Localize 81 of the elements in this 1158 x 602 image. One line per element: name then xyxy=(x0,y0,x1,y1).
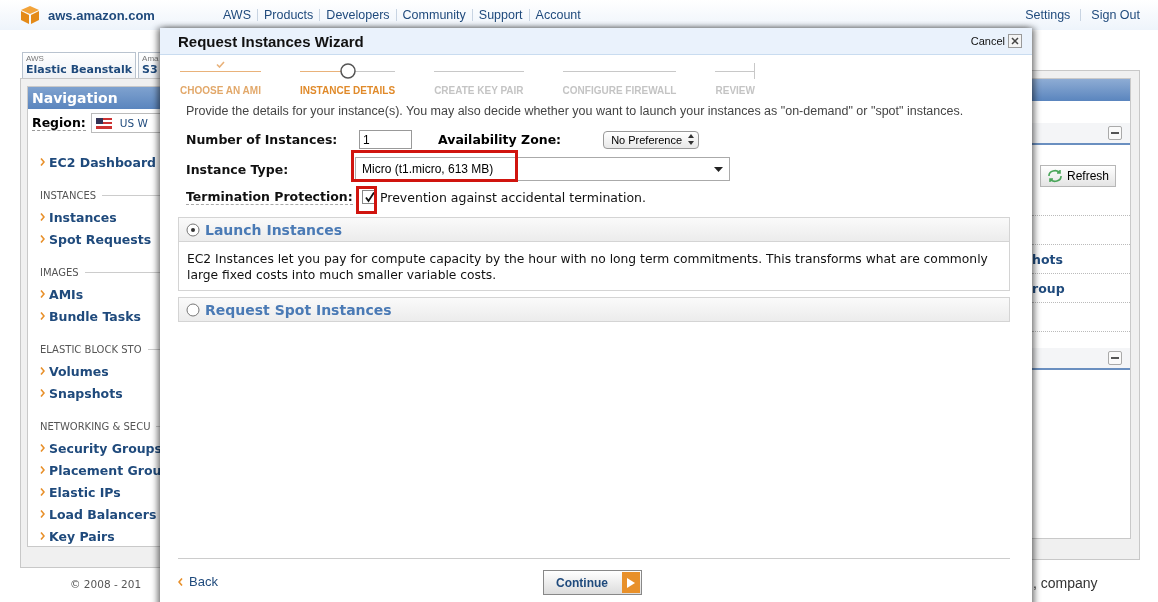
checkmark-icon xyxy=(363,191,375,203)
dropdown-icon xyxy=(714,166,723,172)
minus-icon xyxy=(1111,357,1119,359)
cube-icon xyxy=(20,5,40,25)
flag-icon xyxy=(95,117,112,129)
close-icon xyxy=(1011,37,1019,45)
header-link[interactable]: Support xyxy=(478,8,523,22)
tab-label: Elastic Beanstalk xyxy=(26,63,133,76)
nav-item[interactable]: Placement Grou xyxy=(40,459,160,481)
header-link[interactable]: Account xyxy=(535,8,581,22)
step-label: REVIEW xyxy=(715,85,755,96)
cancel-link[interactable]: Cancel xyxy=(970,35,1005,47)
availability-zone-select[interactable]: No Preference xyxy=(603,130,700,149)
step-label: CHOOSE AN AMI xyxy=(180,85,261,96)
list-link[interactable]: hots xyxy=(1032,251,1063,267)
step-label: CREATE KEY PAIR xyxy=(434,85,524,96)
header-link[interactable]: Developers xyxy=(326,8,390,22)
nav-item[interactable]: EC2 Dashboard xyxy=(40,151,160,173)
header-link[interactable]: Products xyxy=(264,8,314,22)
field-label: Termination Protection: xyxy=(186,189,353,205)
caret-icon xyxy=(40,389,45,397)
back-link[interactable]: Back xyxy=(178,570,543,589)
instance-type-select[interactable]: Micro (t1.micro, 613 MB) xyxy=(355,157,730,181)
service-tab[interactable]: AWS Elastic Beanstalk xyxy=(22,52,137,78)
nav-item[interactable]: Elastic IPs xyxy=(40,481,160,503)
checkbox-label: Prevention against accidental termination. xyxy=(380,189,646,205)
field-label: Instance Type: xyxy=(186,161,289,177)
header-link[interactable]: AWS xyxy=(223,8,251,22)
caret-icon xyxy=(40,367,45,375)
list-link[interactable]: roup xyxy=(1032,280,1065,296)
nav-item[interactable]: Bundle Tasks xyxy=(40,305,160,327)
sign-out-link[interactable]: Sign Out xyxy=(1091,8,1140,22)
nav-item[interactable]: Volumes xyxy=(40,360,160,382)
description-text: Provide the details for your instance(s). You may also decide whether you want to launch your instances as "on-demand" or "spot" instances. xyxy=(186,104,965,118)
caret-icon xyxy=(40,158,45,166)
header-link[interactable]: Community xyxy=(402,8,466,22)
field-label: Number of Instances: xyxy=(186,132,338,147)
tab-label: S3 xyxy=(142,63,158,76)
step-label: CONFIGURE FIREWALL xyxy=(562,85,677,96)
instances-count-field[interactable]: 1 xyxy=(359,130,412,149)
option-header[interactable]: Request Spot Instances xyxy=(179,298,1009,321)
option-description: EC2 Instances let you pay for compute capacity by the hour with no long term commitments. This transforms what are commonly large fixed costs into much smaller variable costs. xyxy=(179,241,1009,290)
field-label: Availability Zone: xyxy=(438,132,562,147)
nav-item[interactable]: Spot Requests xyxy=(40,228,160,250)
caret-icon xyxy=(40,444,45,452)
site-name[interactable]: aws.amazon.com xyxy=(48,7,223,23)
refresh-icon xyxy=(1047,169,1063,183)
caret-icon xyxy=(40,466,45,474)
navigation-title: Navigation xyxy=(28,87,160,109)
caret-icon xyxy=(40,510,45,518)
caret-icon xyxy=(40,290,45,298)
nav-item[interactable]: Load Balancers xyxy=(40,503,160,525)
copyright-text: © 2008 - 201 xyxy=(70,578,142,590)
step-label: INSTANCE DETAILS xyxy=(299,85,396,96)
tab-group-label: AWS xyxy=(26,54,44,63)
dialog-title: Request Instances Wizard xyxy=(178,32,364,50)
close-button[interactable] xyxy=(1008,34,1022,48)
caret-icon xyxy=(40,532,45,540)
caret-icon xyxy=(40,488,45,496)
nav-item[interactable]: AMIs xyxy=(40,283,160,305)
nav-item[interactable]: Key Pairs xyxy=(40,525,160,547)
nav-group-heading: ELASTIC BLOCK STO xyxy=(40,344,142,355)
stepper-icon xyxy=(688,134,695,145)
region-label: Region: xyxy=(32,115,86,131)
collapse-button[interactable] xyxy=(1108,351,1122,365)
nav-group-heading: IMAGES xyxy=(40,267,79,278)
continue-button[interactable]: Continue xyxy=(543,570,642,595)
nav-item[interactable]: Instances xyxy=(40,206,160,228)
caret-icon xyxy=(40,213,45,221)
option-header[interactable]: Launch Instances xyxy=(179,218,1009,241)
collapse-button[interactable] xyxy=(1108,126,1122,140)
nav-group-heading: NETWORKING & SECU xyxy=(40,421,151,432)
caret-icon xyxy=(40,312,45,320)
minus-icon xyxy=(1111,132,1119,134)
nav-group-heading: INSTANCES xyxy=(40,190,97,201)
company-text: , company xyxy=(1033,575,1098,591)
settings-link[interactable]: Settings xyxy=(1025,8,1071,22)
caret-icon xyxy=(40,235,45,243)
refresh-button[interactable]: Refresh xyxy=(1040,165,1117,187)
nav-item[interactable]: Snapshots xyxy=(40,382,160,404)
caret-icon xyxy=(178,577,183,586)
